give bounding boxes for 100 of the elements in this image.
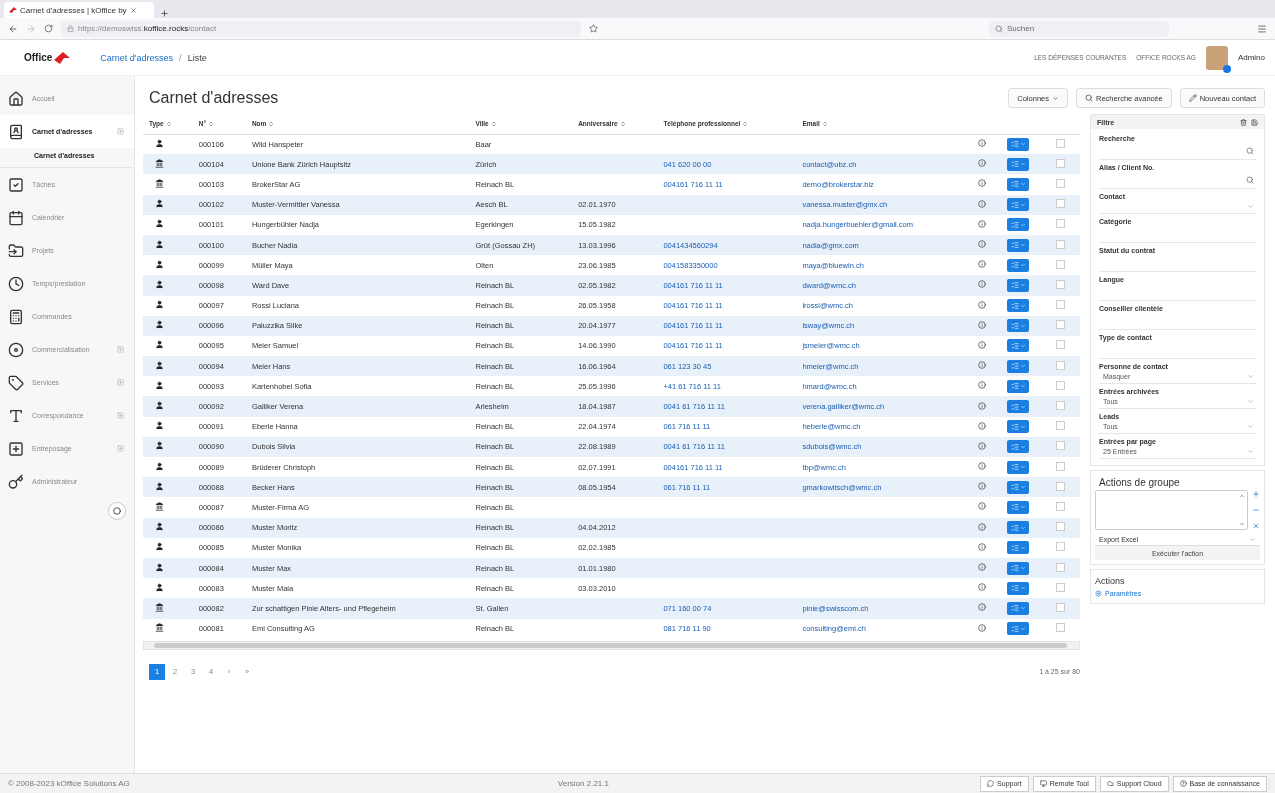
info-icon[interactable] [978, 623, 987, 632]
actions-button[interactable] [1007, 157, 1030, 171]
actions-button[interactable] [1007, 258, 1030, 272]
row-checkbox[interactable] [1055, 158, 1065, 168]
info-icon[interactable] [978, 240, 987, 249]
info-icon[interactable] [978, 219, 987, 228]
browser-search-field[interactable]: Suchen [989, 20, 1169, 37]
address-field[interactable]: https://demoswiss.koffice.rocks/contact [61, 20, 581, 37]
actions-button[interactable] [1007, 379, 1030, 393]
row-checkbox[interactable] [1055, 300, 1065, 310]
row-checkbox[interactable] [1055, 461, 1065, 471]
actions-button[interactable] [1007, 339, 1030, 353]
user-name[interactable]: Admino [1237, 53, 1265, 62]
scroll-down-icon[interactable] [1239, 521, 1245, 527]
info-icon[interactable] [978, 179, 987, 188]
row-checkbox[interactable] [1055, 582, 1065, 592]
actions-button[interactable] [1007, 319, 1030, 333]
logo[interactable]: Office [24, 50, 71, 65]
actions-button[interactable] [1007, 440, 1030, 454]
info-icon[interactable] [978, 340, 987, 349]
row-checkbox[interactable] [1055, 401, 1065, 411]
actions-button[interactable] [1007, 480, 1030, 494]
info-icon[interactable] [978, 300, 987, 309]
row-checkbox[interactable] [1055, 199, 1065, 209]
info-icon[interactable] [978, 462, 987, 471]
info-icon[interactable] [978, 139, 987, 148]
row-checkbox[interactable] [1055, 239, 1065, 249]
browser-tab[interactable]: Carnet d'adresses | kOffice by [4, 2, 154, 18]
row-checkbox[interactable] [1055, 219, 1065, 229]
close-icon[interactable] [1252, 522, 1260, 530]
info-icon[interactable] [978, 563, 987, 572]
row-checkbox[interactable] [1055, 623, 1065, 633]
info-icon[interactable] [978, 159, 987, 168]
info-icon[interactable] [978, 603, 987, 612]
actions-button[interactable] [1007, 359, 1030, 373]
actions-button[interactable] [1007, 238, 1030, 252]
row-checkbox[interactable] [1055, 542, 1065, 552]
info-icon[interactable] [978, 522, 987, 531]
new-tab-icon[interactable] [160, 9, 169, 18]
info-icon[interactable] [978, 542, 987, 551]
actions-button[interactable] [1007, 561, 1030, 575]
star-icon[interactable] [589, 24, 598, 33]
actions-button[interactable] [1007, 400, 1030, 414]
scroll-up-icon[interactable] [1239, 493, 1245, 499]
settings-button[interactable] [108, 502, 126, 520]
row-checkbox[interactable] [1055, 178, 1065, 188]
row-checkbox[interactable] [1055, 320, 1065, 330]
row-checkbox[interactable] [1055, 259, 1065, 269]
breadcrumb-link[interactable]: Carnet d'adresses [100, 52, 174, 63]
list-field[interactable] [1095, 490, 1248, 530]
info-icon[interactable] [978, 260, 987, 269]
info-icon[interactable] [978, 320, 987, 329]
person-icon [155, 219, 164, 229]
back-icon[interactable] [8, 23, 18, 34]
info-icon[interactable] [978, 482, 987, 491]
row-checkbox[interactable] [1055, 360, 1065, 370]
close-icon[interactable] [129, 6, 137, 14]
row-checkbox[interactable] [1055, 522, 1065, 532]
actions-button[interactable] [1007, 622, 1030, 636]
info-icon[interactable] [978, 583, 987, 592]
actions-button[interactable] [1007, 278, 1030, 292]
actions-button[interactable] [1007, 177, 1030, 191]
person-icon [155, 259, 164, 269]
row-checkbox[interactable] [1055, 279, 1065, 289]
actions-button[interactable] [1007, 581, 1030, 595]
row-checkbox[interactable] [1055, 138, 1065, 148]
row-checkbox[interactable] [1055, 602, 1065, 612]
actions-button[interactable] [1007, 521, 1030, 535]
actions-button[interactable] [1007, 500, 1030, 514]
info-icon[interactable] [978, 421, 987, 430]
info-icon[interactable] [978, 441, 987, 450]
actions-button[interactable] [1007, 601, 1030, 615]
row-checkbox[interactable] [1055, 562, 1065, 572]
info-icon[interactable] [978, 280, 987, 289]
info-icon[interactable] [978, 381, 987, 390]
info-icon[interactable] [978, 401, 987, 410]
row-checkbox[interactable] [1055, 441, 1065, 451]
reload-icon[interactable] [44, 24, 53, 33]
info-icon[interactable] [978, 361, 987, 370]
actions-button[interactable] [1007, 218, 1030, 232]
add-icon[interactable] [1252, 490, 1260, 498]
expand-icon[interactable] [117, 128, 124, 135]
info-icon[interactable] [978, 199, 987, 208]
actions-button[interactable] [1007, 137, 1030, 151]
actions-button[interactable] [1007, 198, 1030, 212]
info-icon[interactable] [978, 502, 987, 511]
actions-button[interactable] [1007, 420, 1030, 434]
menu-icon[interactable] [1257, 23, 1267, 34]
delete-icon[interactable] [1240, 118, 1247, 126]
row-checkbox[interactable] [1055, 481, 1065, 491]
avatar[interactable] [1205, 45, 1228, 70]
actions-button[interactable] [1007, 541, 1030, 555]
row-checkbox[interactable] [1055, 380, 1065, 390]
actions-button[interactable] [1007, 460, 1030, 474]
row-checkbox[interactable] [1055, 421, 1065, 431]
actions-button[interactable] [1007, 299, 1030, 313]
row-checkbox[interactable] [1055, 501, 1065, 511]
scrollbar[interactable] [143, 640, 1080, 650]
save-icon[interactable] [1251, 118, 1258, 126]
row-checkbox[interactable] [1055, 340, 1065, 350]
